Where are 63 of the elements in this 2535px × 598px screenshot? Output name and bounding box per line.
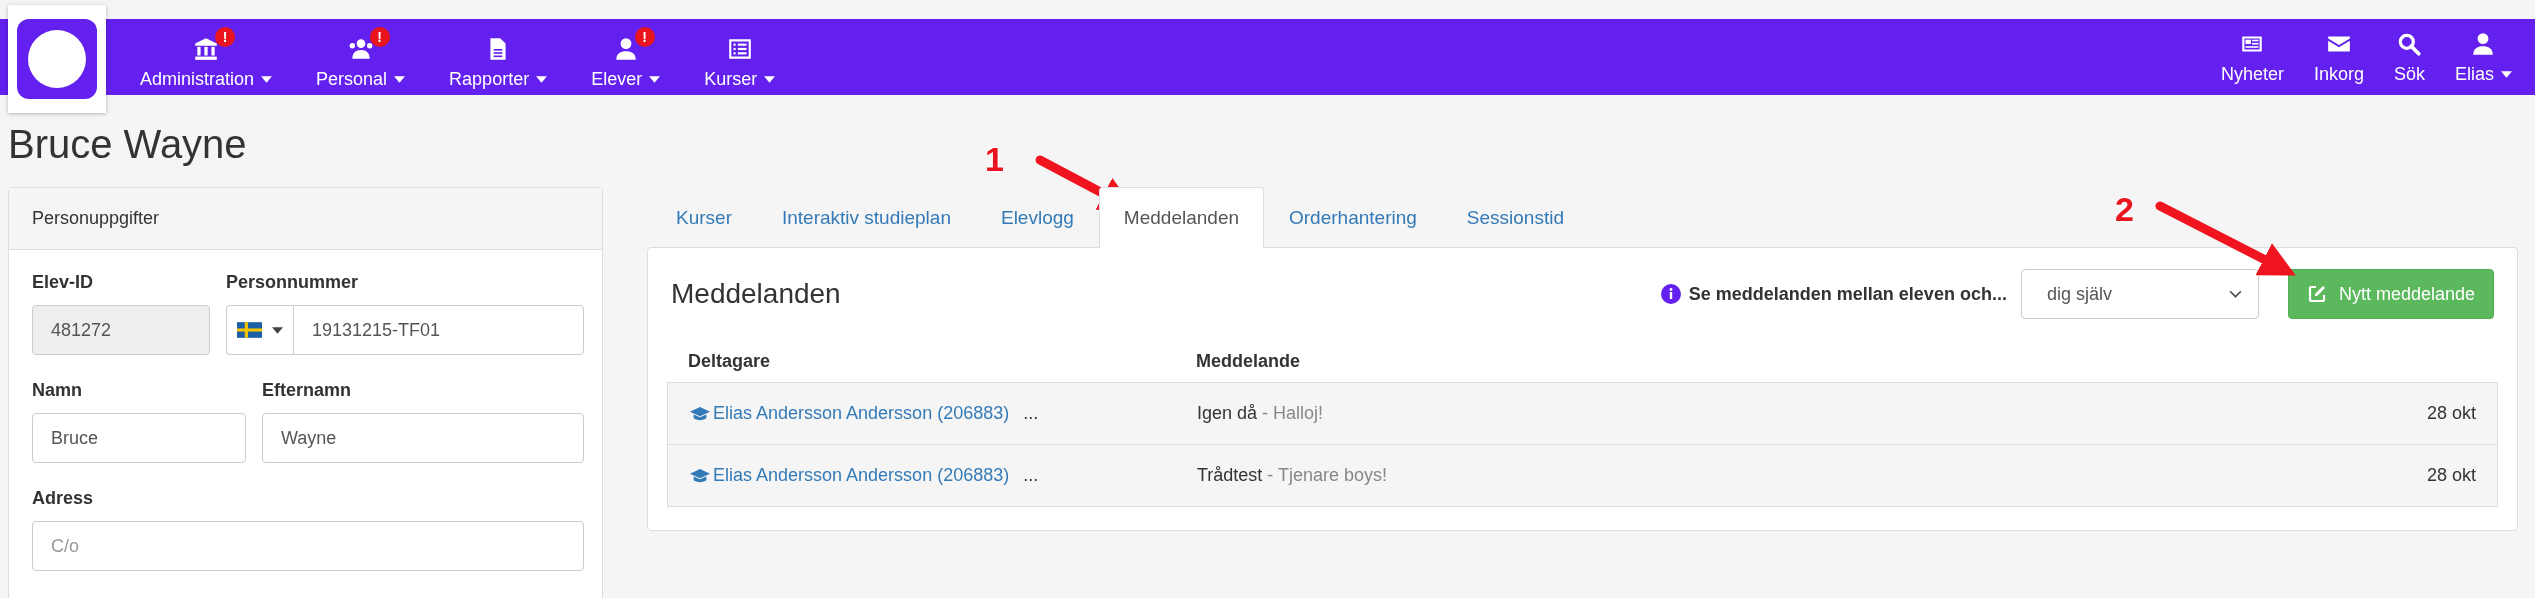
nav-item[interactable]: Kurser [682,24,798,90]
field-label: Elev-ID [32,272,95,293]
bank-icon [193,35,219,62]
tab[interactable]: Meddelanden [1098,187,1264,248]
nav-item[interactable]: ! Administration [118,24,295,90]
participant-link[interactable]: Elias Andersson Andersson (206883) [713,403,1010,424]
nav-item[interactable]: ! Personal [294,24,428,90]
flag-icon [237,322,262,338]
nav-item[interactable]: Nyheter [2205,29,2299,85]
tab[interactable]: Orderhantering [1264,187,1442,247]
annotation-number: 1 [985,140,1004,179]
alert-badge: ! [634,26,655,47]
message-row[interactable]: Elias Andersson Andersson (206883) ... Igen då - Halloj! 28 okt [667,383,2498,445]
message-row[interactable]: Elias Andersson Andersson (206883) ... Trådtest - Tjenare boys! 28 okt [667,445,2498,507]
alert-badge: ! [369,26,390,47]
country-select[interactable] [226,305,293,355]
nav-item[interactable]: Rapporter [427,24,570,90]
nav-item[interactable]: ! Elever [569,24,683,90]
caret-icon [272,326,283,334]
caret-icon [261,75,273,83]
input-field[interactable]: 19131215-TF01 [293,305,584,355]
caret-icon [2501,70,2512,78]
caret-icon [394,75,406,83]
participant-link[interactable]: Elias Andersson Andersson (206883) [713,465,1010,486]
alert-badge: ! [215,26,235,47]
message-date: 28 okt [2426,403,2476,424]
graduation-cap-icon [689,468,711,483]
tab[interactable]: Kurser [651,187,757,247]
input-field[interactable]: Bruce [32,413,246,463]
more-text: ... [1023,403,1039,424]
graduation-cap-icon [689,406,711,421]
input-field[interactable]: Wayne [262,413,584,463]
annotation-number: 2 [2115,190,2134,229]
nav-item[interactable]: Sök [2378,29,2440,85]
nav-item[interactable]: Elias [2440,29,2527,85]
message-date: 28 okt [2426,465,2476,486]
field-label: Adress [32,488,95,509]
edit-icon [2306,284,2327,304]
logo[interactable] [8,5,106,113]
field-label: Namn [32,380,83,401]
caret-icon [649,75,661,83]
column-header: Meddelande [1196,350,1302,372]
nav-item[interactable]: Inkorg [2298,29,2379,85]
page-title: Bruce Wayne [8,121,247,168]
panel-title: Meddelanden [671,278,841,310]
caret-icon [764,75,776,83]
message-text: Igen då - Halloj! [1197,403,1325,424]
column-header: Deltagare [688,350,772,372]
input-field[interactable]: C/o [32,521,584,571]
info-icon [1660,284,1681,304]
field-label: Personnummer [226,272,360,293]
input-field[interactable]: 481272 [32,305,210,355]
tab[interactable]: Interaktiv studieplan [756,187,976,247]
tab[interactable]: Sessionstid [1441,187,1589,247]
panel-header: Personuppgifter [9,188,602,250]
filter-label: Se meddelanden mellan eleven och... [1688,283,2007,305]
chevron-icon [2228,289,2242,299]
more-text: ... [1023,465,1039,486]
caret-icon [536,75,548,83]
tab[interactable]: Elevlogg [975,187,1099,247]
field-label: Efternamn [262,380,352,401]
recipient-select[interactable]: dig själv [2020,269,2259,319]
message-text: Trådtest - Tjenare boys! [1197,465,1389,486]
